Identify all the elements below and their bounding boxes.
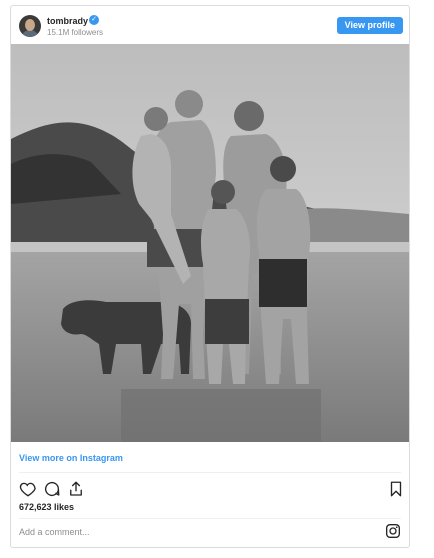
view-profile-button[interactable]: View profile (336, 17, 403, 34)
like-count[interactable]: 672,623 likes (19, 502, 74, 512)
post-header: tombrady ✓ 15.1M followers View profile (11, 6, 409, 44)
bookmark-icon[interactable] (387, 480, 405, 498)
comment-input[interactable]: Add a comment... (19, 527, 90, 537)
verified-badge-icon: ✓ (89, 15, 99, 25)
avatar[interactable] (19, 15, 41, 37)
username[interactable]: tombrady (47, 16, 88, 26)
follower-count: 15.1M followers (47, 28, 104, 37)
instagram-embed-card: tombrady ✓ 15.1M followers View profile (10, 5, 410, 548)
heart-icon[interactable] (19, 480, 37, 498)
divider (19, 518, 401, 519)
comment-icon[interactable] (43, 480, 61, 498)
share-icon[interactable] (67, 480, 85, 498)
action-bar (11, 478, 409, 500)
post-photo[interactable] (11, 44, 409, 442)
instagram-icon[interactable] (385, 523, 401, 539)
view-more-link[interactable]: View more on Instagram (19, 453, 123, 463)
divider (19, 472, 401, 473)
